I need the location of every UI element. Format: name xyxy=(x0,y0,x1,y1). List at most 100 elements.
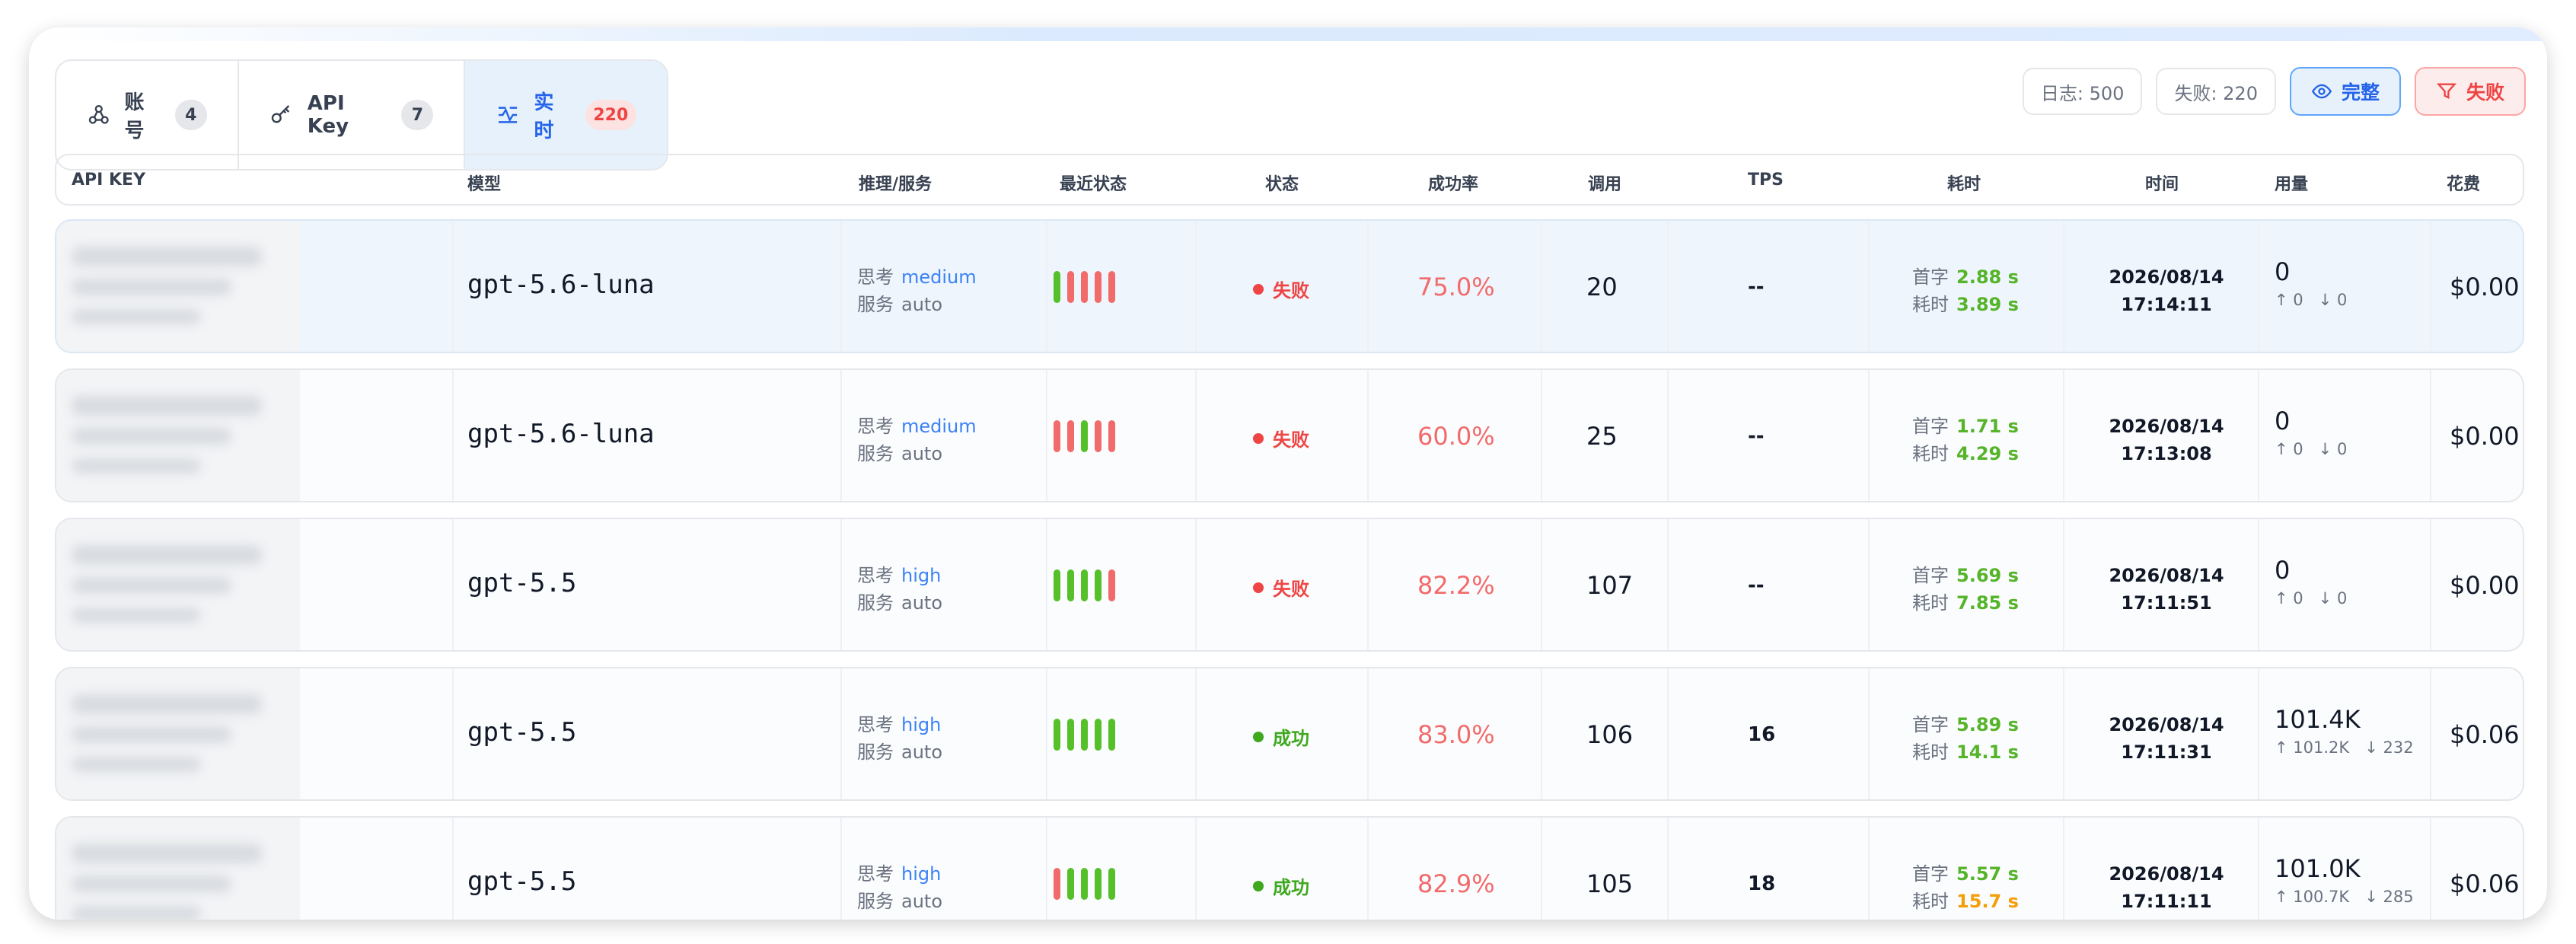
recent-status-bar-success xyxy=(1108,868,1115,900)
cost-value: $0.00 xyxy=(2450,422,2520,451)
recent-status-bar-fail xyxy=(1095,420,1101,452)
timing-info: 首字 5.69 s 耗时 7.85 s xyxy=(1912,562,2019,617)
tab-accounts-label: 账号 xyxy=(124,91,145,142)
recent-status-bars xyxy=(1054,868,1115,900)
recent-status-bars xyxy=(1054,569,1115,601)
table-row[interactable]: gpt-5.5 思考 high 服务 auto 成功 82.9% 105 18 首字 5.57 s 耗… xyxy=(55,816,2524,920)
service-label: 服务 xyxy=(857,443,894,464)
status-text: 失败 xyxy=(1273,579,1309,600)
table-row[interactable]: gpt-5.5 思考 high 服务 auto 成功 83.0% 106 16 首字 5.89 s 耗… xyxy=(55,667,2524,801)
tab-realtime-count: 220 xyxy=(585,100,636,130)
service-value: auto xyxy=(901,741,943,763)
service-label: 服务 xyxy=(857,294,894,315)
tab-realtime[interactable]: 实时 220 xyxy=(465,61,667,169)
total-duration: 4.29 s xyxy=(1956,443,2019,464)
panel-top-accent xyxy=(29,27,2547,41)
first-token-time: 5.57 s xyxy=(1956,863,2019,885)
think-label: 思考 xyxy=(857,266,894,288)
col-tps: TPS xyxy=(1748,171,1784,190)
cell-divider xyxy=(452,370,454,501)
usage-output: ↓ 0 xyxy=(2318,589,2348,608)
col-recent-status: 最近状态 xyxy=(1060,175,1127,194)
model-name: gpt-5.5 xyxy=(467,866,577,897)
recent-status-bar-success xyxy=(1067,569,1074,601)
status-text: 成功 xyxy=(1273,877,1309,898)
cell-divider xyxy=(1868,818,1870,920)
tps-value: 18 xyxy=(1748,872,1776,895)
call-count: 106 xyxy=(1586,720,1634,749)
cell-divider xyxy=(2063,818,2064,920)
timestamp-date: 2026/08/14 xyxy=(2109,565,2224,586)
cost-value: $0.06 xyxy=(2450,720,2520,749)
col-success-rate: 成功率 xyxy=(1428,175,1479,194)
cell-divider xyxy=(1868,221,1870,352)
tab-api-key-label: API Key xyxy=(307,92,349,138)
timestamp-date: 2026/08/14 xyxy=(2109,714,2224,735)
cell-divider xyxy=(1046,519,1047,650)
first-token-time: 1.71 s xyxy=(1956,416,2019,437)
recent-status-bar-success xyxy=(1067,719,1074,751)
think-value: high xyxy=(901,565,942,586)
inference-info: 思考 high 服务 auto xyxy=(857,562,942,617)
recent-status-bar-success xyxy=(1054,719,1060,751)
table-row[interactable]: gpt-5.5 思考 high 服务 auto 失败 82.2% 107 -- 首字 5.69 s 耗… xyxy=(55,518,2524,652)
cost-value: $0.06 xyxy=(2450,869,2520,898)
cell-divider xyxy=(452,519,454,650)
recent-status-bar-success xyxy=(1081,868,1088,900)
cell-divider xyxy=(1541,668,1542,799)
duration-label: 耗时 xyxy=(1912,294,1949,315)
fails-count-chip: 失败: 220 xyxy=(2156,68,2276,115)
cell-divider xyxy=(2063,519,2064,650)
tab-realtime-label: 实时 xyxy=(534,91,554,142)
inference-info: 思考 high 服务 auto xyxy=(857,860,942,915)
inference-info: 思考 medium 服务 auto xyxy=(857,413,977,467)
tps-value: -- xyxy=(1748,425,1765,448)
usage-info: 101.0K ↑ 100.7K ↓ 285 xyxy=(2275,854,2414,906)
usage-input: ↑ 0 xyxy=(2275,589,2303,608)
logs-count-chip: 日志: 500 xyxy=(2022,68,2143,115)
cell-divider xyxy=(2430,519,2431,650)
usage-output: ↓ 0 xyxy=(2318,291,2348,309)
think-label: 思考 xyxy=(857,416,894,437)
tab-api-key[interactable]: API Key 7 xyxy=(239,61,466,169)
table-row[interactable]: gpt-5.6-luna 思考 medium 服务 auto 失败 60.0% 25 -- 首字 1… xyxy=(55,368,2524,502)
cell-divider xyxy=(2430,668,2431,799)
recent-status-bar-fail xyxy=(1054,868,1060,900)
cell-divider xyxy=(2063,668,2064,799)
fail-filter-button[interactable]: 失败 xyxy=(2414,67,2526,116)
status-badge: 成功 xyxy=(1253,723,1309,750)
table-header: API KEY 模型 推理/服务 最近状态 状态 成功率 调用 TPS 耗时 时… xyxy=(55,154,2524,206)
usage-info: 0 ↑ 0 ↓ 0 xyxy=(2275,556,2347,608)
api-key-redacted xyxy=(56,370,300,501)
cell-divider xyxy=(2063,221,2064,352)
tab-accounts[interactable]: 账号 4 xyxy=(56,61,239,169)
realtime-panel: 账号 4 API Key 7 实时 220 日志: 500 失败: 220 完整… xyxy=(29,27,2547,920)
recent-status-bar-success xyxy=(1054,271,1060,303)
cell-divider xyxy=(2430,221,2431,352)
cell-divider xyxy=(1195,370,1197,501)
cell-divider xyxy=(840,668,842,799)
timing-info: 首字 1.71 s 耗时 4.29 s xyxy=(1912,413,2019,467)
status-badge: 成功 xyxy=(1253,872,1309,899)
col-inference: 推理/服务 xyxy=(859,175,933,194)
usage-input: ↑ 100.7K xyxy=(2275,888,2350,906)
service-value: auto xyxy=(901,443,943,464)
duration-label: 耗时 xyxy=(1912,891,1949,912)
cell-divider xyxy=(1195,818,1197,920)
timestamp: 2026/08/14 17:13:08 xyxy=(2101,413,2232,467)
cell-divider xyxy=(452,221,454,352)
call-count: 107 xyxy=(1586,571,1634,600)
success-rate: 82.9% xyxy=(1417,869,1495,898)
usage-info: 0 ↑ 0 ↓ 0 xyxy=(2275,407,2347,458)
cell-divider xyxy=(1367,519,1369,650)
timestamp-clock: 17:14:11 xyxy=(2121,294,2212,315)
toolbar: 日志: 500 失败: 220 完整 失败 xyxy=(2022,67,2526,116)
cell-divider xyxy=(1367,818,1369,920)
cell-divider xyxy=(1367,221,1369,352)
usage-output: ↓ 285 xyxy=(2364,888,2414,906)
service-label: 服务 xyxy=(857,741,894,763)
table-row[interactable]: gpt-5.6-luna 思考 medium 服务 auto 失败 75.0% 20 -- 首字 2… xyxy=(55,219,2524,353)
duration-label: 耗时 xyxy=(1912,592,1949,614)
complete-view-button[interactable]: 完整 xyxy=(2289,67,2401,116)
recent-status-bar-fail xyxy=(1081,271,1088,303)
